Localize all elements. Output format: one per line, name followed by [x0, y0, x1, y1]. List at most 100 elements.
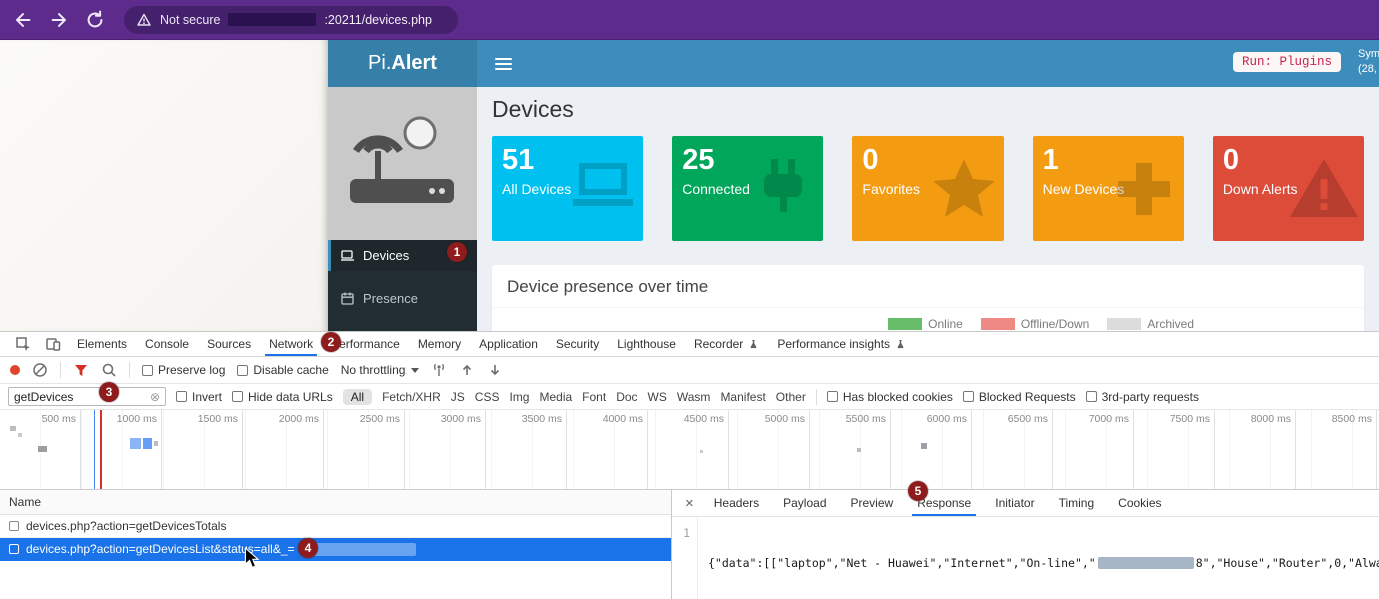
- tab-network[interactable]: Network: [260, 332, 322, 356]
- import-har-icon[interactable]: [459, 362, 475, 378]
- detail-tabbar: × Headers Payload Preview Response Initi…: [672, 490, 1379, 517]
- preserve-log-checkbox[interactable]: Preserve log: [142, 363, 225, 377]
- response-viewer: 1 {"data":[["laptop","Net - Huawei","Int…: [672, 517, 1379, 599]
- network-activity-mark: [921, 443, 927, 449]
- name-column-header[interactable]: Name: [0, 490, 671, 515]
- star-icon: [928, 153, 1000, 225]
- filter-input-box[interactable]: ⊗: [8, 387, 166, 406]
- timeline-tick: 8500 ms: [1296, 410, 1377, 489]
- annotation-step-2: 2: [321, 332, 341, 352]
- throttling-select[interactable]: No throttling: [341, 363, 420, 377]
- tab-console[interactable]: Console: [136, 332, 198, 356]
- timeline-tick: 5000 ms: [729, 410, 810, 489]
- tab-application[interactable]: Application: [470, 332, 547, 356]
- page-title: Devices: [492, 96, 1379, 123]
- tab-security[interactable]: Security: [547, 332, 608, 356]
- tab-initiator[interactable]: Initiator: [984, 491, 1045, 515]
- legend-online: Online: [888, 317, 963, 331]
- tab-elements[interactable]: Elements: [68, 332, 136, 356]
- search-icon[interactable]: [101, 362, 117, 378]
- network-overview-timeline[interactable]: 500 ms 1000 ms 1500 ms 2000 ms 2500 ms 3…: [0, 410, 1379, 490]
- record-button[interactable]: [10, 365, 20, 375]
- filter-type-chip[interactable]: Media: [539, 390, 572, 404]
- request-row-selected[interactable]: devices.php?action=getDevicesList&status…: [0, 538, 671, 561]
- dcl-event-line: [94, 410, 95, 489]
- third-party-requests-checkbox[interactable]: 3rd-party requests: [1086, 390, 1199, 404]
- filter-type-chip[interactable]: Doc: [616, 390, 637, 404]
- filter-type-chip[interactable]: CSS: [475, 390, 500, 404]
- hamburger-menu-icon[interactable]: [495, 58, 512, 70]
- close-icon[interactable]: ×: [678, 495, 701, 512]
- clear-icon[interactable]: [32, 362, 48, 378]
- checkbox-box[interactable]: [963, 391, 974, 402]
- tab-headers[interactable]: Headers: [703, 491, 770, 515]
- export-har-icon[interactable]: [487, 362, 503, 378]
- card-connected[interactable]: 25 Connected: [672, 136, 823, 241]
- device-toolbar-icon[interactable]: [38, 332, 68, 356]
- forward-icon[interactable]: [48, 9, 70, 31]
- reload-icon[interactable]: [84, 9, 106, 31]
- tab-performance-insights[interactable]: Performance insights: [768, 332, 915, 356]
- run-plugins-button[interactable]: Run: Plugins: [1233, 52, 1341, 72]
- network-toolbar: Preserve log Disable cache No throttling: [0, 357, 1379, 384]
- invert-checkbox[interactable]: Invert: [176, 390, 222, 404]
- card-new-devices[interactable]: 1 New Devices: [1033, 136, 1184, 241]
- card-down-alerts[interactable]: 0 Down Alerts: [1213, 136, 1364, 241]
- tab-sources[interactable]: Sources: [198, 332, 260, 356]
- inspect-icon[interactable]: [8, 332, 38, 356]
- pialert-sidebar: Pi.Alert Devices Presence: [328, 40, 477, 331]
- legend-swatch: [888, 318, 922, 330]
- plug-icon: [747, 153, 819, 225]
- page-background: [0, 40, 328, 331]
- address-bar[interactable]: Not secure :20211/devices.php: [124, 6, 458, 34]
- clear-filter-icon[interactable]: ⊗: [150, 390, 160, 404]
- divider: [129, 362, 130, 378]
- filter-type-chip[interactable]: Img: [509, 390, 529, 404]
- line-number: 1: [672, 517, 698, 599]
- timeline-tick: 6500 ms: [972, 410, 1053, 489]
- disable-cache-checkbox[interactable]: Disable cache: [237, 363, 328, 377]
- laptop-icon: [567, 153, 639, 225]
- tab-recorder[interactable]: Recorder: [685, 332, 768, 356]
- filter-type-chip[interactable]: Fetch/XHR: [382, 390, 441, 404]
- checkbox-box[interactable]: [142, 365, 153, 376]
- filter-type-chip[interactable]: Wasm: [677, 390, 711, 404]
- filter-type-all[interactable]: All: [343, 389, 372, 405]
- request-row[interactable]: devices.php?action=getDevicesTotals: [0, 515, 671, 538]
- checkbox-box[interactable]: [176, 391, 187, 402]
- divider: [60, 362, 61, 378]
- filter-type-chip[interactable]: Font: [582, 390, 606, 404]
- annotation-step-5: 5: [908, 481, 928, 501]
- redacted-query-param: [304, 543, 416, 556]
- checkbox-box[interactable]: [1086, 391, 1097, 402]
- blocked-requests-checkbox[interactable]: Blocked Requests: [963, 390, 1076, 404]
- tab-payload[interactable]: Payload: [772, 491, 837, 515]
- tab-memory[interactable]: Memory: [409, 332, 470, 356]
- checkbox-box[interactable]: [232, 391, 243, 402]
- back-icon[interactable]: [12, 9, 34, 31]
- filter-type-chip[interactable]: JS: [451, 390, 465, 404]
- has-blocked-cookies-checkbox[interactable]: Has blocked cookies: [827, 390, 953, 404]
- filter-input[interactable]: [14, 390, 146, 404]
- filter-type-chip[interactable]: WS: [648, 390, 667, 404]
- tab-timing[interactable]: Timing: [1048, 491, 1106, 515]
- filter-icon[interactable]: [73, 362, 89, 378]
- sidebar-item-presence[interactable]: Presence: [328, 283, 477, 314]
- presence-panel-title: Device presence over time: [492, 265, 1364, 308]
- checkbox-box[interactable]: [237, 365, 248, 376]
- timeline-tick: 5500 ms: [810, 410, 891, 489]
- flask-icon: [895, 338, 906, 351]
- tab-preview[interactable]: Preview: [840, 491, 905, 515]
- network-conditions-icon[interactable]: [431, 362, 447, 378]
- tab-cookies[interactable]: Cookies: [1107, 491, 1172, 515]
- card-all-devices[interactable]: 51 All Devices: [492, 136, 643, 241]
- hide-data-urls-checkbox[interactable]: Hide data URLs: [232, 390, 333, 404]
- filter-type-chip[interactable]: Other: [776, 390, 806, 404]
- timeline-tick: 3500 ms: [486, 410, 567, 489]
- request-doc-icon: [9, 521, 19, 531]
- warning-icon: [1288, 153, 1360, 225]
- checkbox-box[interactable]: [827, 391, 838, 402]
- card-favorites[interactable]: 0 Favorites: [852, 136, 1003, 241]
- tab-lighthouse[interactable]: Lighthouse: [608, 332, 685, 356]
- filter-type-chip[interactable]: Manifest: [720, 390, 765, 404]
